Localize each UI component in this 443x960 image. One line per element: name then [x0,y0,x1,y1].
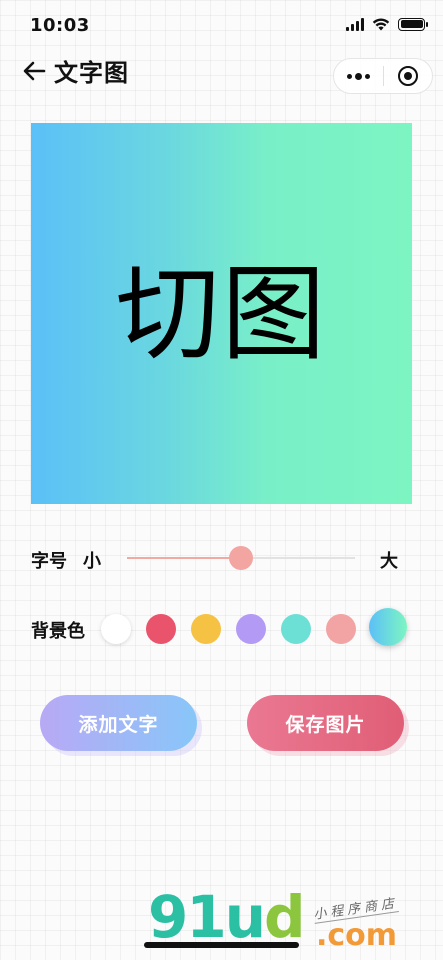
watermark-logo-text: 91ud [148,888,306,946]
color-swatch-6[interactable] [326,614,356,644]
color-swatch-1[interactable] [101,614,131,644]
watermark-dotcom: .com [316,918,398,953]
status-bar: 10:03 [0,0,443,52]
font-size-min-label: 小 [83,551,101,572]
font-size-row: 字号 小 大 [31,540,412,576]
status-time: 10:03 [30,15,90,36]
page-title: 文字图 [54,59,129,87]
color-swatch-5[interactable] [281,614,311,644]
color-swatch-4[interactable] [236,614,266,644]
text-image-preview: 切图 [31,123,412,504]
background-color-label: 背景色 [31,621,85,642]
save-image-button[interactable]: 保存图片 [247,695,404,751]
watermark-logo: 91ud 小程序商店 .com [148,888,438,960]
status-icons [346,17,428,31]
color-swatch-2[interactable] [146,614,176,644]
back-arrow-icon [23,61,46,81]
wifi-icon [372,18,390,31]
slider-thumb[interactable] [229,546,253,570]
background-color-row: 背景色 [31,608,412,648]
home-indicator [144,942,299,948]
font-size-label: 字号 [31,551,67,572]
color-swatches [101,608,422,646]
mini-program-capsule [333,58,433,94]
nav-bar: 文字图 [0,52,443,100]
more-dots-icon[interactable] [334,59,383,93]
preview-text: 切图 [115,252,328,375]
slider-fill [127,557,241,559]
add-text-button[interactable]: 添加文字 [40,695,197,751]
signal-icon [346,17,364,31]
color-swatch-gradient[interactable] [369,608,407,646]
font-size-slider[interactable] [127,545,355,571]
watermark-logo-part2: d [264,883,306,951]
close-target-icon[interactable] [384,59,432,93]
back-button[interactable] [20,56,50,86]
battery-icon [398,17,428,31]
watermark-logo-part1: 91u [148,883,266,951]
font-size-max-label: 大 [380,551,398,572]
color-swatch-3[interactable] [191,614,221,644]
